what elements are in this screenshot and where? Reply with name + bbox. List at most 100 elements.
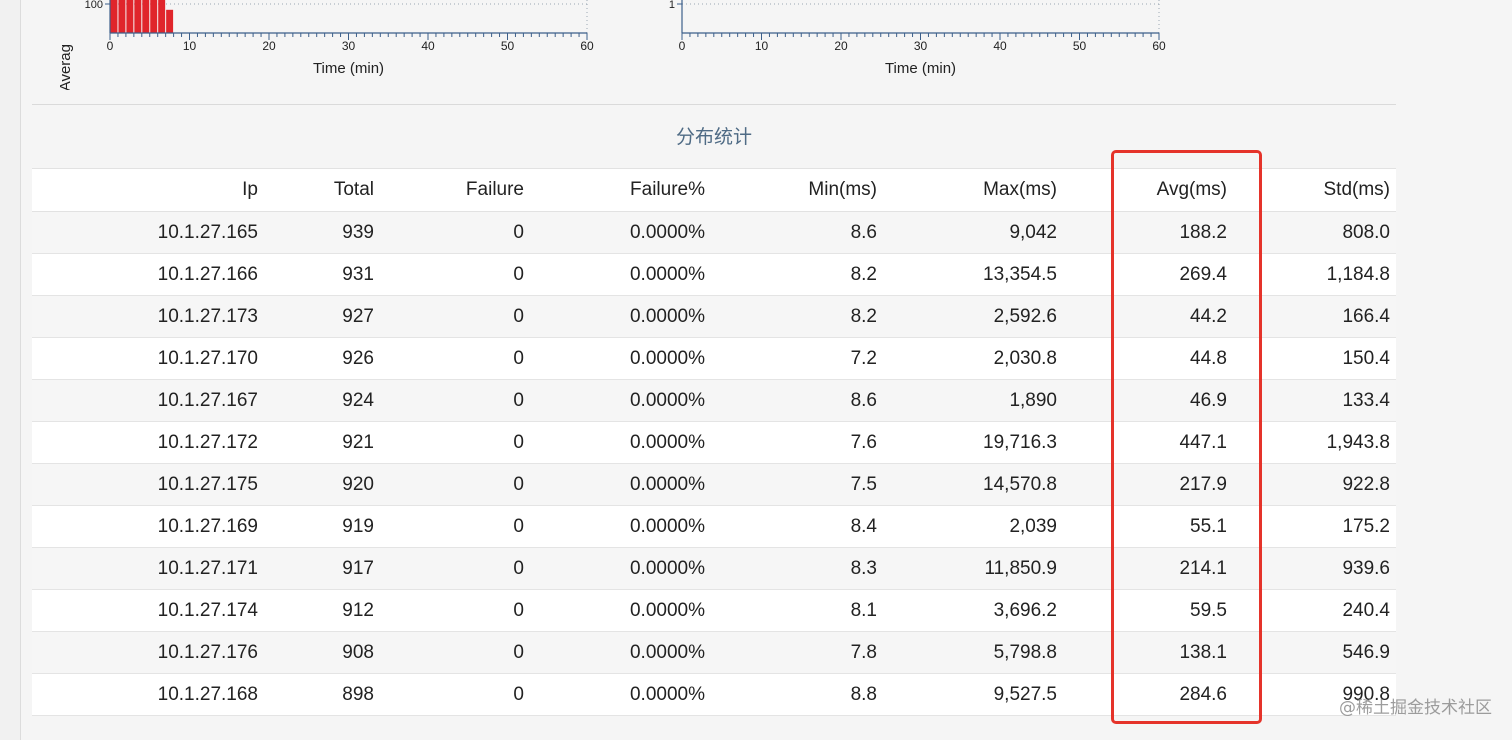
- cell-avg: 138.1: [1063, 631, 1233, 674]
- table-row: 10.1.27.169 919 0 0.0000% 8.4 2,039 55.1 175.2: [32, 505, 1396, 548]
- cell-failure: 0: [380, 631, 530, 674]
- cell-max: 13,354.5: [883, 253, 1063, 296]
- cell-avg: 44.2: [1063, 295, 1233, 338]
- cell-std: 166.4: [1233, 295, 1396, 338]
- cell-failure: 0: [380, 505, 530, 548]
- second-time-chart-svg: 0 10 20 30 40 50 60 1 Time (min): [669, 0, 1166, 77]
- cell-total: 924: [264, 379, 380, 422]
- cell-failure-percent: 0.0000%: [530, 547, 711, 590]
- column-header-max[interactable]: Max(ms): [883, 168, 1063, 212]
- bar: [118, 0, 126, 33]
- section-divider: [32, 104, 1396, 105]
- cell-total: 921: [264, 421, 380, 464]
- cell-min: 8.2: [711, 253, 883, 296]
- cell-ip: 10.1.27.168: [32, 673, 264, 716]
- table-header-row: Ip Total Failure Failure% Min(ms) Max(ms…: [32, 168, 1396, 212]
- cell-failure: 0: [380, 253, 530, 296]
- column-header-ip[interactable]: Ip: [32, 168, 264, 212]
- x-tick-label: 50: [501, 39, 515, 53]
- column-header-failure-percent[interactable]: Failure%: [530, 168, 711, 212]
- y-tick-label: 100: [85, 0, 103, 11]
- cell-std: 939.6: [1233, 547, 1396, 590]
- column-header-min[interactable]: Min(ms): [711, 168, 883, 212]
- cell-failure: 0: [380, 337, 530, 380]
- cell-avg: 44.8: [1063, 337, 1233, 380]
- table-row: 10.1.27.165 939 0 0.0000% 8.6 9,042 188.2 808.0: [32, 211, 1396, 254]
- cell-min: 8.2: [711, 295, 883, 338]
- x-tick-label: 0: [107, 39, 114, 53]
- cell-min: 7.8: [711, 631, 883, 674]
- cell-ip: 10.1.27.173: [32, 295, 264, 338]
- x-tick-label: 60: [580, 39, 594, 53]
- cell-total: 927: [264, 295, 380, 338]
- cell-ip: 10.1.27.169: [32, 505, 264, 548]
- cell-failure: 0: [380, 211, 530, 254]
- column-header-avg[interactable]: Avg(ms): [1063, 168, 1233, 212]
- cell-max: 1,890: [883, 379, 1063, 422]
- cell-ip: 10.1.27.175: [32, 463, 264, 506]
- bar: [110, 0, 118, 33]
- table-row: 10.1.27.174 912 0 0.0000% 8.1 3,696.2 59.5 240.…: [32, 589, 1396, 632]
- cell-min: 8.4: [711, 505, 883, 548]
- column-header-failure[interactable]: Failure: [380, 168, 530, 212]
- x-axis-label: Time (min): [885, 60, 956, 77]
- cell-max: 9,527.5: [883, 673, 1063, 716]
- cell-failure-percent: 0.0000%: [530, 253, 711, 296]
- second-time-chart: 0 10 20 30 40 50 60 1 Time (min): [602, 0, 1202, 90]
- cell-avg: 59.5: [1063, 589, 1233, 632]
- cell-total: 919: [264, 505, 380, 548]
- cell-failure-percent: 0.0000%: [530, 505, 711, 548]
- column-header-total[interactable]: Total: [264, 168, 380, 212]
- cell-total: 898: [264, 673, 380, 716]
- watermark: @稀土掘金技术社区: [1339, 698, 1492, 718]
- cell-failure: 0: [380, 379, 530, 422]
- cell-ip: 10.1.27.174: [32, 589, 264, 632]
- cell-failure: 0: [380, 295, 530, 338]
- cell-total: 917: [264, 547, 380, 590]
- x-tick-label: 60: [1152, 39, 1166, 53]
- cell-total: 920: [264, 463, 380, 506]
- cell-min: 8.1: [711, 589, 883, 632]
- cell-failure-percent: 0.0000%: [530, 589, 711, 632]
- cell-min: 8.6: [711, 211, 883, 254]
- cell-ip: 10.1.27.171: [32, 547, 264, 590]
- x-tick-label: 20: [834, 39, 848, 53]
- cell-std: 1,184.8: [1233, 253, 1396, 296]
- y-axis-label: Averag: [57, 44, 74, 90]
- x-tick-label: 20: [262, 39, 276, 53]
- cell-total: 908: [264, 631, 380, 674]
- cell-max: 9,042: [883, 211, 1063, 254]
- column-header-std[interactable]: Std(ms): [1233, 168, 1396, 212]
- cell-std: 240.4: [1233, 589, 1396, 632]
- bar: [150, 0, 158, 33]
- cell-std: 922.8: [1233, 463, 1396, 506]
- table-row: 10.1.27.168 898 0 0.0000% 8.8 9,527.5 284.6 990…: [32, 673, 1396, 716]
- x-tick-label: 10: [183, 39, 197, 53]
- cell-max: 11,850.9: [883, 547, 1063, 590]
- average-response-time-chart: 0 10 20 30 40 50 60 100 Time (min) Averag: [30, 0, 630, 90]
- left-rail: [0, 0, 21, 740]
- x-tick-label: 40: [993, 39, 1007, 53]
- x-tick-label: 30: [914, 39, 928, 53]
- cell-failure-percent: 0.0000%: [530, 295, 711, 338]
- cell-total: 926: [264, 337, 380, 380]
- x-tick-label: 40: [421, 39, 435, 53]
- table-row: 10.1.27.171 917 0 0.0000% 8.3 11,850.9 214.1 93…: [32, 547, 1396, 590]
- cell-failure-percent: 0.0000%: [530, 379, 711, 422]
- cell-std: 1,943.8: [1233, 421, 1396, 464]
- x-tick-label: 0: [679, 39, 686, 53]
- table-row: 10.1.27.175 920 0 0.0000% 7.5 14,570.8 217.9 92…: [32, 463, 1396, 506]
- cell-failure-percent: 0.0000%: [530, 631, 711, 674]
- cell-ip: 10.1.27.165: [32, 211, 264, 254]
- x-axis-label: Time (min): [313, 60, 384, 77]
- cell-max: 2,592.6: [883, 295, 1063, 338]
- bar: [158, 0, 166, 33]
- cell-min: 7.5: [711, 463, 883, 506]
- cell-failure-percent: 0.0000%: [530, 211, 711, 254]
- table-row: 10.1.27.170 926 0 0.0000% 7.2 2,030.8 44.8 150.…: [32, 337, 1396, 380]
- cell-failure: 0: [380, 673, 530, 716]
- bar: [166, 9, 174, 34]
- cell-max: 5,798.8: [883, 631, 1063, 674]
- cell-min: 8.6: [711, 379, 883, 422]
- cell-min: 8.8: [711, 673, 883, 716]
